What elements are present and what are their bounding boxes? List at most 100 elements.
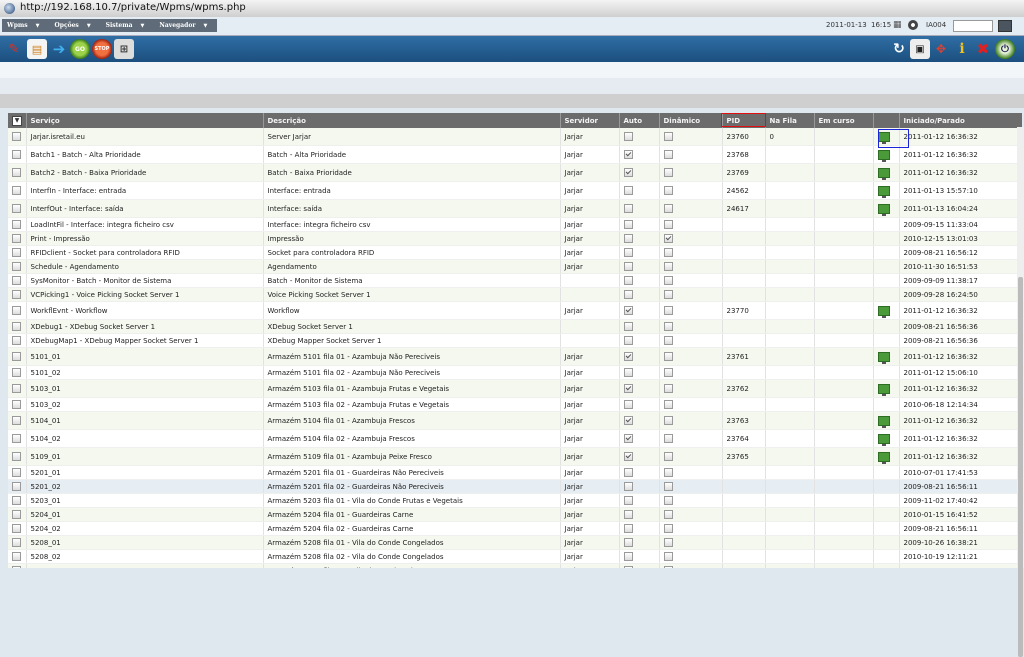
cell-status-icon[interactable] bbox=[873, 319, 900, 334]
row-select-checkbox[interactable] bbox=[12, 538, 21, 547]
network-icon[interactable]: ⊞ bbox=[114, 39, 134, 59]
cell-auto[interactable] bbox=[619, 493, 660, 508]
cell-status-icon[interactable] bbox=[873, 333, 900, 348]
cell-dinamico[interactable] bbox=[659, 479, 723, 494]
table-row[interactable]: 5103_02 Armazém 5103 fila 02 - Azambuja F… bbox=[8, 397, 1022, 412]
dinamico-checkbox[interactable] bbox=[663, 416, 673, 425]
table-row[interactable]: 5203_01 Armazém 5203 fila 01 - Vila do Co… bbox=[8, 493, 1022, 508]
screen-icon[interactable]: ▣ bbox=[910, 39, 930, 59]
row-select-cell[interactable] bbox=[8, 217, 27, 232]
cell-auto[interactable] bbox=[619, 333, 660, 348]
row-select-cell[interactable] bbox=[8, 273, 27, 288]
expand-icon[interactable]: ✥ bbox=[931, 39, 951, 59]
dinamico-checkbox[interactable] bbox=[663, 336, 673, 345]
running-monitor-icon[interactable] bbox=[877, 451, 890, 464]
row-select-cell[interactable] bbox=[8, 259, 27, 274]
running-monitor-icon[interactable] bbox=[877, 203, 890, 216]
dinamico-checkbox[interactable] bbox=[663, 248, 673, 257]
auto-checkbox[interactable] bbox=[623, 306, 633, 315]
cell-status-icon[interactable] bbox=[873, 447, 900, 466]
row-select-cell[interactable] bbox=[8, 493, 27, 508]
cell-dinamico[interactable] bbox=[659, 145, 723, 164]
row-select-cell[interactable] bbox=[8, 181, 27, 200]
table-row[interactable]: InterfIn - Interface: entrada Interface: … bbox=[8, 181, 1022, 200]
running-monitor-icon[interactable] bbox=[877, 167, 890, 180]
table-row[interactable]: Jarjar.isretail.eu Server Jarjar Jarjar 237… bbox=[8, 128, 1022, 146]
auto-checkbox[interactable] bbox=[623, 496, 633, 505]
row-select-checkbox[interactable] bbox=[12, 400, 21, 409]
clock-icon[interactable] bbox=[908, 20, 918, 30]
dinamico-checkbox[interactable] bbox=[663, 234, 673, 243]
dinamico-checkbox[interactable] bbox=[663, 384, 673, 393]
cell-dinamico[interactable] bbox=[659, 181, 723, 200]
row-select-checkbox[interactable] bbox=[12, 452, 21, 461]
cell-auto[interactable] bbox=[619, 447, 660, 466]
running-monitor-icon[interactable] bbox=[877, 185, 890, 198]
row-select-checkbox[interactable] bbox=[12, 262, 21, 271]
cell-auto[interactable] bbox=[619, 245, 660, 260]
row-select-cell[interactable] bbox=[8, 301, 27, 320]
cell-dinamico[interactable] bbox=[659, 411, 723, 430]
dinamico-checkbox[interactable] bbox=[663, 276, 673, 285]
auto-checkbox[interactable] bbox=[623, 552, 633, 561]
row-select-cell[interactable] bbox=[8, 465, 27, 480]
address-url[interactable]: http://192.168.10.7/private/Wpms/wpms.ph… bbox=[20, 2, 246, 13]
row-select-checkbox[interactable] bbox=[12, 524, 21, 533]
cell-dinamico[interactable] bbox=[659, 549, 723, 564]
cell-status-icon[interactable] bbox=[873, 563, 900, 568]
cell-dinamico[interactable] bbox=[659, 521, 723, 536]
running-monitor-icon[interactable] bbox=[877, 149, 890, 162]
stop-icon[interactable]: STOP bbox=[92, 39, 112, 59]
menu-sistema[interactable]: Sistema ▼ bbox=[101, 19, 155, 32]
row-select-checkbox[interactable] bbox=[12, 336, 21, 345]
col-pid[interactable]: PID bbox=[722, 113, 766, 128]
table-row[interactable]: 5101_02 Armazém 5101 fila 02 - Azambuja N… bbox=[8, 365, 1022, 380]
cell-auto[interactable] bbox=[619, 365, 660, 380]
col-auto[interactable]: Auto bbox=[619, 113, 660, 128]
dinamico-checkbox[interactable] bbox=[663, 552, 673, 561]
running-monitor-icon[interactable] bbox=[877, 305, 890, 318]
row-select-cell[interactable] bbox=[8, 379, 27, 398]
cell-dinamico[interactable] bbox=[659, 347, 723, 366]
row-select-cell[interactable] bbox=[8, 128, 27, 146]
table-row[interactable]: Schedule - Agendamento Agendamento Jarjar 2… bbox=[8, 259, 1022, 274]
cell-status-icon[interactable] bbox=[873, 365, 900, 380]
cell-status-icon[interactable] bbox=[873, 479, 900, 494]
running-monitor-icon[interactable] bbox=[877, 415, 890, 428]
cell-dinamico[interactable] bbox=[659, 128, 723, 146]
row-select-checkbox[interactable] bbox=[12, 482, 21, 491]
go-icon[interactable]: GO bbox=[70, 39, 90, 59]
dinamico-checkbox[interactable] bbox=[663, 482, 673, 491]
row-select-cell[interactable] bbox=[8, 535, 27, 550]
cell-auto[interactable] bbox=[619, 429, 660, 448]
cell-dinamico[interactable] bbox=[659, 365, 723, 380]
pin-icon[interactable]: ✎ bbox=[4, 39, 24, 59]
row-select-checkbox[interactable] bbox=[12, 204, 21, 213]
cell-auto[interactable] bbox=[619, 479, 660, 494]
dinamico-checkbox[interactable] bbox=[663, 524, 673, 533]
auto-checkbox[interactable] bbox=[623, 186, 633, 195]
cell-auto[interactable] bbox=[619, 273, 660, 288]
dinamico-checkbox[interactable] bbox=[663, 468, 673, 477]
row-select-cell[interactable] bbox=[8, 163, 27, 182]
auto-checkbox[interactable] bbox=[623, 384, 633, 393]
calendar-icon[interactable]: ▦ bbox=[893, 20, 903, 30]
cell-dinamico[interactable] bbox=[659, 319, 723, 334]
auto-checkbox[interactable] bbox=[623, 220, 633, 229]
row-select-checkbox[interactable] bbox=[12, 384, 21, 393]
auto-checkbox[interactable] bbox=[623, 248, 633, 257]
row-select-cell[interactable] bbox=[8, 319, 27, 334]
cell-status-icon[interactable] bbox=[873, 379, 900, 398]
row-select-cell[interactable] bbox=[8, 231, 27, 246]
cell-dinamico[interactable] bbox=[659, 465, 723, 480]
dinamico-checkbox[interactable] bbox=[663, 538, 673, 547]
auto-checkbox[interactable] bbox=[623, 416, 633, 425]
row-select-cell[interactable] bbox=[8, 145, 27, 164]
cell-status-icon[interactable] bbox=[873, 273, 900, 288]
dinamico-checkbox[interactable] bbox=[663, 168, 673, 177]
power-icon[interactable]: ⏻ bbox=[995, 39, 1015, 59]
dinamico-checkbox[interactable] bbox=[663, 220, 673, 229]
cell-auto[interactable] bbox=[619, 301, 660, 320]
cell-status-icon[interactable] bbox=[873, 549, 900, 564]
row-select-cell[interactable] bbox=[8, 549, 27, 564]
